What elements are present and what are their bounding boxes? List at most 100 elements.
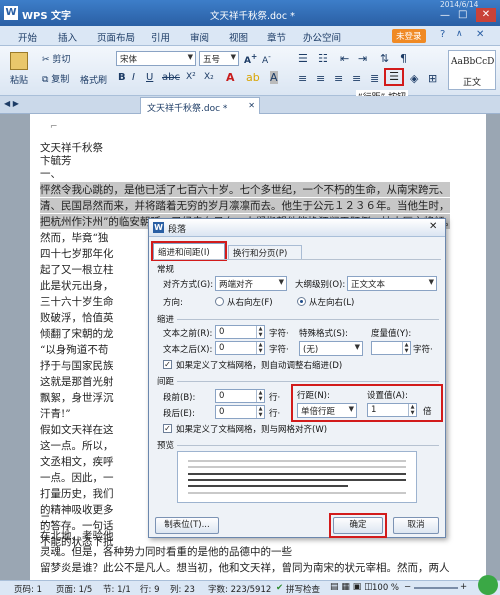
align-left-icon[interactable]: ≡ xyxy=(298,72,307,85)
menu-chapter[interactable]: 章节 xyxy=(267,30,286,44)
indent-grid-checkbox[interactable]: ✓ xyxy=(163,360,172,369)
font-size-select[interactable]: 五号 ▼ xyxy=(199,51,239,66)
document-line[interactable]: 清、民国昂然而来，并将踏着无穷的岁月凛凛而去。他生于公元１２３６年。当他生时，“… xyxy=(40,198,450,213)
status-spell[interactable]: 拼写检查 xyxy=(286,583,320,595)
doc-tab[interactable]: 文天祥千秋祭.doc * ✕ xyxy=(140,97,260,114)
before-text-unit[interactable]: 字符· xyxy=(269,327,289,339)
cloud-status-icon[interactable] xyxy=(478,575,498,595)
number-list-icon[interactable]: ☷ xyxy=(318,52,328,65)
login-badge[interactable]: 未登录 xyxy=(392,29,426,43)
space-after-unit[interactable]: 行· xyxy=(269,407,280,419)
cut-button[interactable]: ✂ 剪切 xyxy=(42,52,70,65)
tabs-button-label: 制表位(T)... xyxy=(164,520,210,530)
direction-label: 方向: xyxy=(163,298,183,308)
space-after-input[interactable]: 0 ▲ ▼ xyxy=(215,405,265,419)
menu-references[interactable]: 引用 xyxy=(151,30,170,44)
spinner-icon[interactable]: ▲ ▼ xyxy=(256,390,264,402)
doc-tab-arrows[interactable]: ◀ ▶ xyxy=(4,99,19,108)
dialog-titlebar[interactable]: W 段落 ✕ xyxy=(149,219,445,237)
show-marks-icon[interactable]: ¶ xyxy=(400,52,407,65)
superscript-button[interactable]: X² xyxy=(186,72,196,82)
menu-view[interactable]: 视图 xyxy=(229,30,248,44)
spell-check-icon[interactable]: ✔ xyxy=(276,583,283,593)
measure-unit[interactable]: 字符· xyxy=(413,343,433,355)
spinner-icon[interactable]: ▲ ▼ xyxy=(402,342,410,354)
document-line[interactable]: 留梦炎是谁？此公不是凡人。想当初，他和文天祥，曾同为南宋的状元宰相。然而，两人位 xyxy=(40,560,450,575)
distribute-icon[interactable]: ≣ xyxy=(370,72,379,85)
document-line[interactable]: 灵魂。但是，各种势力同时看重的是他的品德中的一些 xyxy=(40,544,450,559)
align-center-icon[interactable]: ≡ xyxy=(316,72,325,85)
app-name[interactable]: WPS 文字 xyxy=(22,7,71,22)
increase-indent-icon[interactable]: ⇥ xyxy=(358,52,367,65)
menu-page-layout[interactable]: 页面布局 xyxy=(97,30,135,44)
align-right-icon[interactable]: ≡ xyxy=(334,72,343,85)
window-close-icon[interactable]: ✕ xyxy=(476,29,484,40)
help-icon[interactable]: ? xyxy=(440,29,445,40)
shrink-font-icon[interactable]: A- xyxy=(262,52,271,66)
menu-review[interactable]: 审阅 xyxy=(190,30,209,44)
tabs-button[interactable]: 制表位(T)... xyxy=(155,517,219,534)
paste-button[interactable]: 粘贴 xyxy=(10,73,28,86)
rtl-radio[interactable] xyxy=(215,297,224,306)
line-spacing-button[interactable]: ☰ xyxy=(384,68,404,86)
zoom-slider[interactable] xyxy=(414,587,458,589)
border-icon[interactable]: ⊞ xyxy=(428,72,437,85)
ltr-radio[interactable] xyxy=(297,297,306,306)
wps-logo-icon[interactable]: W xyxy=(4,6,18,20)
highlight-icon[interactable]: ab xyxy=(246,71,260,84)
decrease-indent-icon[interactable]: ⇤ xyxy=(340,52,349,65)
italic-button[interactable]: I xyxy=(132,72,135,83)
status-words[interactable]: 字数: 223/5912 xyxy=(208,583,271,595)
copy-button[interactable]: ⧉ 复制 xyxy=(42,72,69,85)
bold-button[interactable]: B xyxy=(118,72,126,83)
measure-input[interactable]: ▲ ▼ xyxy=(371,341,411,355)
spinner-icon[interactable]: ▲ ▼ xyxy=(256,406,264,418)
before-text-input[interactable]: 0 ▲ ▼ xyxy=(215,325,265,339)
format-painter-button[interactable]: 格式刷 xyxy=(80,73,107,86)
char-shading-icon[interactable]: A xyxy=(270,71,278,84)
doc-tab-label: 文天祥千秋祭.doc * xyxy=(147,104,228,114)
view-mode-icons[interactable]: ▤ ▦ ▣ ◫ xyxy=(330,582,373,592)
paste-icon[interactable] xyxy=(10,52,28,70)
after-text-unit[interactable]: 字符· xyxy=(269,343,289,355)
status-page[interactable]: 页码: 1 xyxy=(14,583,42,595)
space-before-input[interactable]: 0 ▲ ▼ xyxy=(215,389,265,403)
sort-icon[interactable]: ⇅ xyxy=(380,52,389,65)
shading-icon[interactable]: ◈ xyxy=(410,72,418,85)
status-zoom[interactable]: 100 % xyxy=(372,583,399,593)
font-select[interactable]: 宋体 ▼ xyxy=(116,51,196,66)
style-gallery[interactable]: AaBbCcD 正文 xyxy=(448,50,496,90)
menu-insert[interactable]: 插入 xyxy=(58,30,77,44)
ribbon: 粘贴 ✂ 剪切 ⧉ 复制 格式刷 宋体 ▼ 五号 ▼ A+ A- B I U abc… xyxy=(0,46,500,103)
snap-grid-checkbox[interactable]: ✓ xyxy=(163,424,172,433)
outline-select[interactable]: 正文文本 ▼ xyxy=(347,276,437,291)
document-line[interactable]: 怦然令我心跳的，是他已活了七百六十岁。七个多世纪，一个不朽的生命，从南宋跨元、明… xyxy=(40,182,450,197)
tab-line-page-breaks[interactable]: 换行和分页(P) xyxy=(228,245,302,259)
after-text-input[interactable]: 0 ▲ ▼ xyxy=(215,341,265,355)
cancel-button[interactable]: 取消 xyxy=(393,517,439,534)
special-select[interactable]: (无) ▼ xyxy=(299,341,363,356)
bullet-list-icon[interactable]: ☰ xyxy=(298,52,308,65)
ribbon-collapse-icon[interactable]: ∧ xyxy=(456,29,463,39)
space-before-unit[interactable]: 行· xyxy=(269,391,280,403)
dialog-close-icon[interactable]: ✕ xyxy=(429,221,437,232)
menu-office-space[interactable]: 办公空间 xyxy=(303,30,341,44)
alignment-select[interactable]: 两端对齐 ▼ xyxy=(215,276,287,291)
strike-button[interactable]: abc xyxy=(162,72,180,83)
zoom-in-icon[interactable]: + xyxy=(460,582,467,592)
grow-font-icon[interactable]: A+ xyxy=(244,52,257,66)
tab-close-icon[interactable]: ✕ xyxy=(248,101,255,110)
minimize-button[interactable]: — xyxy=(440,10,450,21)
maximize-button[interactable]: □ xyxy=(458,9,467,20)
subscript-button[interactable]: X₂ xyxy=(204,72,214,82)
ltr-label: 从左向右(L) xyxy=(309,298,355,308)
font-color-icon[interactable]: A xyxy=(226,71,235,84)
justify-icon[interactable]: ≡ xyxy=(352,72,361,85)
document-line[interactable]: 一、 xyxy=(40,166,450,181)
zoom-out-icon[interactable]: − xyxy=(404,582,411,592)
menu-home[interactable]: 开始 xyxy=(18,30,37,44)
underline-button[interactable]: U xyxy=(146,72,153,83)
spinner-icon[interactable]: ▲ ▼ xyxy=(256,342,264,354)
spinner-icon[interactable]: ▲ ▼ xyxy=(256,326,264,338)
close-button[interactable]: ✕ xyxy=(476,8,496,22)
